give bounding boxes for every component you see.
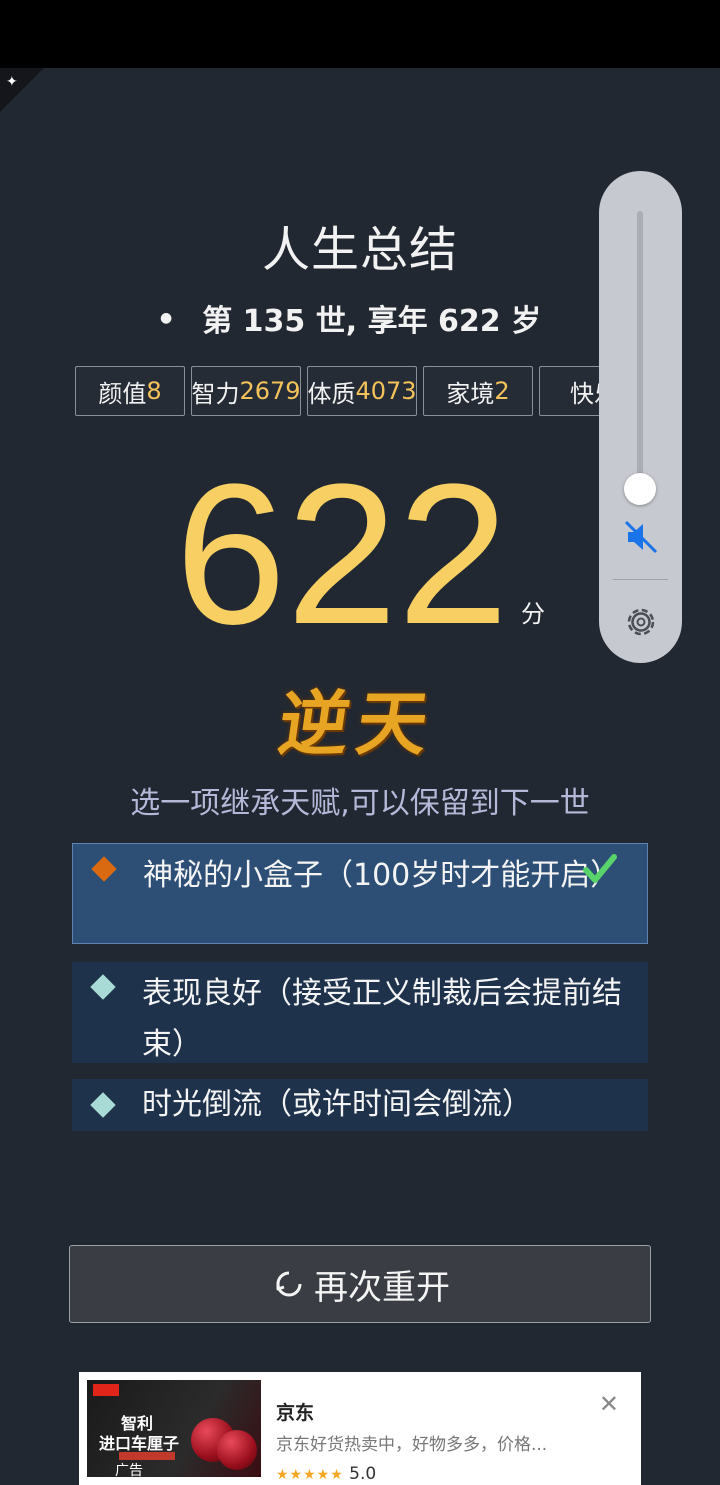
volume-panel <box>599 171 682 663</box>
volume-slider-handle[interactable] <box>624 473 656 505</box>
jd-logo-icon <box>93 1384 119 1396</box>
diamond-icon <box>90 974 116 1000</box>
property-strength: 体质 4073 <box>307 366 417 416</box>
talent-text: 表现良好（接受正义制裁后会提前结束） <box>142 976 622 1062</box>
property-value: 2679 <box>239 377 301 405</box>
ad-banner[interactable]: 智利 进口车厘子 广告 京东 京东好货热卖中，好物多多，价格... ★★★★★ … <box>79 1372 641 1485</box>
final-score: 622 <box>175 443 509 666</box>
ad-image[interactable]: 智利 进口车厘子 广告 <box>87 1380 261 1477</box>
property-intelligence: 智力 2679 <box>191 366 301 416</box>
property-label: 智力 <box>191 379 240 408</box>
property-charm: 颜值 8 <box>75 366 185 416</box>
refresh-icon <box>276 1271 302 1297</box>
inherit-hint: 选一项继承天赋,可以保留到下一世 <box>130 786 590 821</box>
star-rating-icon: ★★★★★ <box>276 1467 344 1483</box>
ad-label: 广告 <box>115 1463 143 1477</box>
check-icon <box>583 854 617 883</box>
property-bar: 颜值8 智力2679 体质4073 家境2 快乐 <box>75 366 600 420</box>
cherry-icon <box>217 1430 257 1470</box>
ad-description: 京东好货热卖中，好物多多，价格... <box>276 1435 548 1455</box>
volume-slider[interactable] <box>637 211 643 491</box>
property-label: 家境 <box>446 379 495 408</box>
property-label: 颜值 <box>98 379 147 408</box>
life-summary-line: ● 第 135 世, 享年 622 岁 <box>160 296 541 340</box>
restart-label: 再次重开 <box>314 1267 450 1308</box>
property-label: 体质 <box>307 379 356 408</box>
talent-text: 神秘的小盒子（100岁时才能开启） <box>143 858 621 893</box>
score-unit: 分 <box>521 600 545 628</box>
talent-option-1[interactable]: 神秘的小盒子（100岁时才能开启） <box>72 843 648 944</box>
talent-option-3[interactable]: 时光倒流（或许时间会倒流） <box>72 1079 648 1131</box>
gear-icon[interactable] <box>621 602 661 642</box>
property-family: 家境 2 <box>423 366 533 416</box>
talent-text: 时光倒流（或许时间会倒流） <box>142 1087 532 1122</box>
restart-button[interactable]: 再次重开 <box>69 1245 651 1323</box>
divider <box>613 579 668 580</box>
life-summary-text: 第 135 世, 享年 622 岁 <box>202 304 542 339</box>
ad-rating-value: 5.0 <box>349 1464 377 1484</box>
ad-image-tag <box>119 1452 175 1460</box>
property-value: 4073 <box>355 377 417 405</box>
diamond-icon <box>91 856 117 882</box>
expand-icon[interactable]: ✦ <box>6 74 18 90</box>
speaker-mute-icon[interactable] <box>621 517 661 557</box>
score-grade: 逆天 <box>273 682 442 765</box>
ad-image-subtitle: 进口车厘子 <box>99 1434 180 1453</box>
diamond-icon <box>90 1092 116 1118</box>
property-happiness: 快乐 <box>539 366 600 416</box>
ad-rating: ★★★★★ 5.0 <box>276 1464 376 1484</box>
status-bar <box>0 0 720 68</box>
bullet-dot-icon: ● <box>160 310 173 326</box>
close-icon[interactable]: ✕ <box>599 1390 619 1418</box>
property-label: 快乐 <box>570 379 600 408</box>
property-value: 2 <box>494 377 510 405</box>
ad-title: 京东 <box>276 1402 315 1424</box>
property-value: 8 <box>146 377 162 405</box>
talent-option-2[interactable]: 表现良好（接受正义制裁后会提前结束） <box>72 962 648 1063</box>
